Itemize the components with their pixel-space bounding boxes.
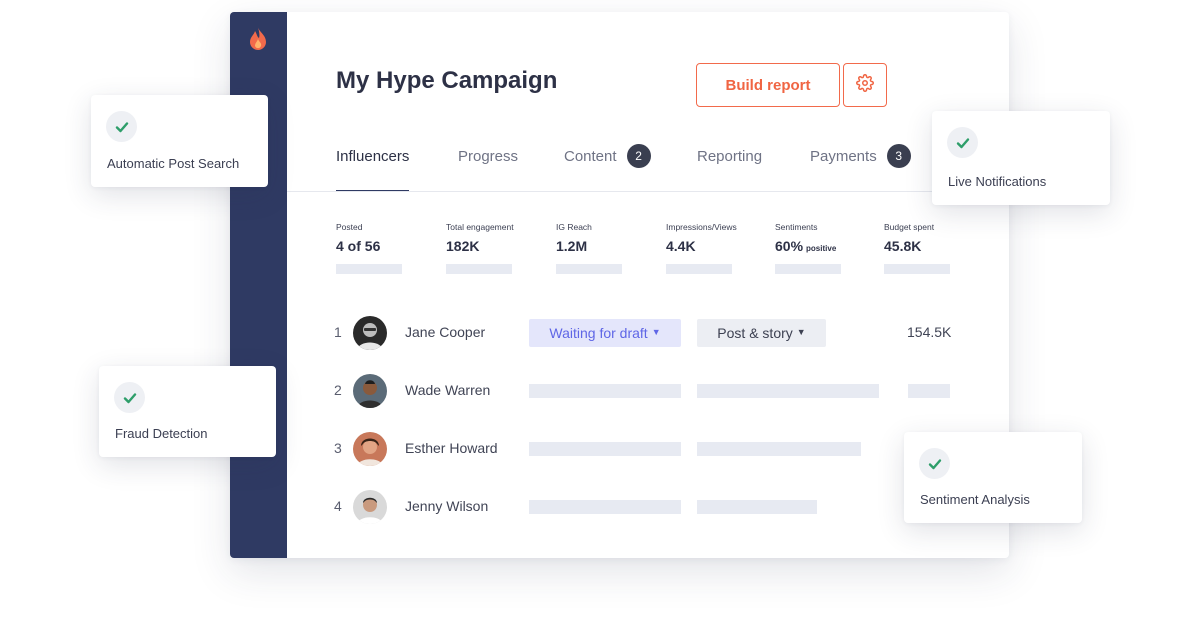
page-title: My Hype Campaign bbox=[336, 67, 558, 94]
influencer-name: Jenny Wilson bbox=[405, 498, 489, 514]
feature-card-sentiment-analysis: Sentiment Analysis bbox=[904, 432, 1082, 523]
stats-row: Posted 4 of 56 Total engagement 182K IG … bbox=[336, 222, 956, 282]
tab-divider bbox=[287, 191, 1009, 192]
feature-card-live-notifications: Live Notifications bbox=[932, 111, 1110, 205]
content-count-badge: 2 bbox=[626, 144, 651, 168]
tab-bar: Influencers Progress Content 2 Reporting… bbox=[336, 144, 1009, 192]
tab-label: Influencers bbox=[336, 148, 410, 165]
flame-logo-icon[interactable] bbox=[247, 26, 269, 52]
stat-placeholder-bar bbox=[446, 264, 512, 274]
influencer-row[interactable]: 2 Wade Warren bbox=[334, 373, 1009, 409]
stat-value: 1.2M bbox=[556, 238, 666, 254]
placeholder-bar bbox=[697, 500, 817, 514]
build-report-button[interactable]: Build report bbox=[696, 63, 840, 107]
influencer-name: Esther Howard bbox=[405, 440, 498, 456]
checkmark-icon bbox=[919, 448, 950, 479]
feature-card-label: Live Notifications bbox=[948, 174, 1047, 189]
stat-posted: Posted 4 of 56 bbox=[336, 222, 446, 274]
feature-card-automatic-post-search: Automatic Post Search bbox=[91, 95, 268, 187]
stat-label: IG Reach bbox=[556, 222, 592, 232]
stat-placeholder-bar bbox=[556, 264, 622, 274]
chevron-down-icon: ▼ bbox=[651, 327, 661, 337]
avatar bbox=[353, 316, 387, 350]
avatar bbox=[353, 374, 387, 408]
stat-value-text: 1.2M bbox=[556, 238, 588, 254]
page: My Hype Campaign Build report Influencer… bbox=[0, 0, 1200, 638]
stat-value: 4 of 56 bbox=[336, 238, 446, 254]
status-dropdown[interactable]: Waiting for draft ▼ bbox=[529, 319, 681, 347]
stat-placeholder-bar bbox=[884, 264, 950, 274]
avatar bbox=[353, 432, 387, 466]
payments-count-badge: 3 bbox=[886, 144, 911, 168]
influencer-name: Wade Warren bbox=[405, 382, 491, 398]
stat-placeholder-bar bbox=[666, 264, 732, 274]
stat-value: 60% positive bbox=[775, 238, 885, 254]
stat-sentiments: Sentiments 60% positive bbox=[775, 222, 885, 274]
influencer-name: Jane Cooper bbox=[405, 324, 486, 340]
tab-influencers[interactable]: Influencers bbox=[336, 146, 410, 192]
placeholder-bar bbox=[697, 442, 861, 456]
checkmark-icon bbox=[947, 127, 978, 158]
row-rank: 2 bbox=[334, 382, 342, 398]
stat-placeholder-bar bbox=[336, 264, 402, 274]
placeholder-bar bbox=[529, 500, 681, 514]
stat-value: 4.4K bbox=[666, 238, 776, 254]
tab-content[interactable]: Content 2 bbox=[564, 144, 651, 192]
reach-value: 154.5K bbox=[907, 324, 952, 340]
content-type-dropdown[interactable]: Post & story ▼ bbox=[697, 319, 826, 347]
feature-card-fraud-detection: Fraud Detection bbox=[99, 366, 276, 457]
tab-payments[interactable]: Payments 3 bbox=[810, 144, 911, 192]
tab-label: Reporting bbox=[697, 148, 763, 165]
settings-button[interactable] bbox=[843, 63, 887, 107]
tab-label: Content bbox=[564, 148, 617, 165]
row-rank: 3 bbox=[334, 440, 342, 456]
stat-value: 45.8K bbox=[884, 238, 994, 254]
stat-ig-reach: IG Reach 1.2M bbox=[556, 222, 666, 274]
chevron-down-icon: ▼ bbox=[796, 327, 806, 337]
tab-label: Progress bbox=[458, 148, 519, 165]
stat-impressions: Impressions/Views 4.4K bbox=[666, 222, 776, 274]
stat-value-text: 4 of 56 bbox=[336, 238, 381, 254]
stat-value: 182K bbox=[446, 238, 556, 254]
checkmark-icon bbox=[114, 382, 145, 413]
stat-value-text: 45.8K bbox=[884, 238, 922, 254]
sidebar bbox=[230, 12, 287, 558]
avatar bbox=[353, 490, 387, 524]
feature-card-label: Fraud Detection bbox=[115, 426, 208, 441]
tab-progress[interactable]: Progress bbox=[458, 146, 518, 192]
tab-label: Payments bbox=[810, 148, 877, 165]
status-label: Waiting for draft bbox=[549, 325, 648, 341]
gear-icon bbox=[856, 73, 874, 97]
stat-label: Impressions/Views bbox=[666, 222, 737, 232]
stat-value-text: 4.4K bbox=[666, 238, 696, 254]
placeholder-bar bbox=[529, 384, 681, 398]
stat-value-text: 60% bbox=[775, 238, 804, 254]
tab-reporting[interactable]: Reporting bbox=[697, 146, 762, 192]
checkmark-icon bbox=[106, 111, 137, 142]
stat-suffix: positive bbox=[806, 244, 837, 253]
placeholder-bar bbox=[529, 442, 681, 456]
stat-label: Total engagement bbox=[446, 222, 514, 232]
stat-placeholder-bar bbox=[775, 264, 841, 274]
feature-card-label: Sentiment Analysis bbox=[920, 492, 1030, 507]
main-panel: My Hype Campaign Build report Influencer… bbox=[287, 12, 1009, 558]
influencer-row[interactable]: 1 Jane Cooper Waiting for draft ▼ Post &… bbox=[334, 315, 1009, 351]
placeholder-bar bbox=[697, 384, 879, 398]
stat-label: Sentiments bbox=[775, 222, 818, 232]
app-window: My Hype Campaign Build report Influencer… bbox=[230, 12, 1009, 558]
feature-card-label: Automatic Post Search bbox=[107, 156, 240, 171]
placeholder-bar bbox=[908, 384, 950, 398]
stat-budget-spent: Budget spent 45.8K bbox=[884, 222, 994, 274]
stat-value-text: 182K bbox=[446, 238, 480, 254]
stat-total-engagement: Total engagement 182K bbox=[446, 222, 556, 274]
row-rank: 1 bbox=[334, 324, 342, 340]
content-type-label: Post & story bbox=[717, 325, 793, 341]
stat-label: Budget spent bbox=[884, 222, 935, 232]
row-rank: 4 bbox=[334, 498, 342, 514]
stat-label: Posted bbox=[336, 222, 363, 232]
